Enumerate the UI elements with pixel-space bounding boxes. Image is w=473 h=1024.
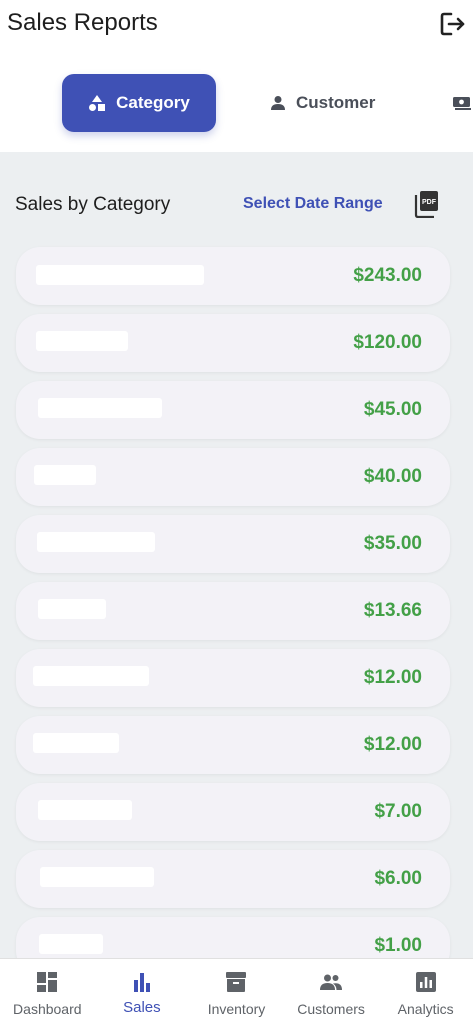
report-tabs: Category Customer	[0, 74, 473, 134]
category-amount: $6.00	[374, 868, 422, 889]
category-name	[38, 599, 106, 619]
category-sales-list: $243.00 $120.00 $45.00 $40.00 $35.00 $13…	[16, 247, 450, 958]
app-header: Sales Reports Category Customer	[0, 0, 473, 152]
category-amount: $45.00	[363, 399, 422, 420]
category-name	[37, 532, 155, 552]
list-item[interactable]: $6.00	[16, 850, 450, 908]
category-name	[33, 733, 119, 753]
list-item[interactable]: $45.00	[16, 381, 450, 439]
category-amount: $13.66	[363, 600, 422, 621]
tab-category-label: Category	[116, 93, 190, 112]
category-amount: $7.00	[374, 801, 422, 822]
nav-customers-label: Customers	[297, 1001, 365, 1017]
list-item[interactable]: $40.00	[16, 448, 450, 506]
category-name	[33, 666, 149, 686]
nav-analytics[interactable]: Analytics	[378, 959, 473, 1024]
list-item[interactable]: $35.00	[16, 515, 450, 573]
analytics-icon	[415, 972, 436, 992]
list-item[interactable]: $13.66	[16, 582, 450, 640]
bottom-navigation: Dashboard Sales Inventory Customers Anal…	[0, 958, 473, 1024]
category-name	[34, 465, 96, 485]
nav-dashboard-label: Dashboard	[13, 1001, 82, 1017]
list-item[interactable]: $12.00	[16, 716, 450, 774]
category-amount: $40.00	[363, 466, 422, 487]
list-item[interactable]: $1.00	[16, 917, 450, 958]
logout-icon[interactable]	[438, 11, 468, 37]
category-amount: $120.00	[353, 332, 422, 353]
dashboard-icon	[37, 972, 58, 992]
shapes-icon	[89, 95, 106, 111]
category-name	[38, 398, 162, 418]
select-date-range-button[interactable]: Select Date Range	[243, 195, 383, 213]
category-amount: $12.00	[363, 667, 422, 688]
tab-customer[interactable]: Customer	[270, 74, 390, 132]
tab-customer-label: Customer	[296, 93, 376, 112]
people-icon	[320, 974, 343, 990]
report-content: Sales by Category Select Date Range PDF …	[0, 152, 473, 958]
category-amount: $35.00	[363, 533, 422, 554]
cash-icon	[453, 97, 471, 110]
person-icon	[271, 96, 285, 110]
list-item[interactable]: $243.00	[16, 247, 450, 305]
archive-icon	[226, 972, 247, 992]
category-name	[36, 331, 128, 351]
category-name	[39, 934, 103, 954]
category-name	[38, 800, 132, 820]
section-title: Sales by Category	[15, 194, 171, 215]
pdf-export-icon[interactable]: PDF	[414, 190, 440, 218]
category-amount: $243.00	[353, 265, 422, 286]
category-amount: $1.00	[374, 935, 422, 956]
nav-sales[interactable]: Sales	[95, 959, 190, 1024]
category-name	[40, 867, 154, 887]
nav-customers[interactable]: Customers	[284, 959, 379, 1024]
nav-dashboard[interactable]: Dashboard	[0, 959, 95, 1024]
list-item[interactable]: $12.00	[16, 649, 450, 707]
tab-category[interactable]: Category	[62, 74, 216, 132]
tab-payments[interactable]	[452, 74, 473, 132]
bar-chart-icon	[133, 973, 150, 992]
nav-analytics-label: Analytics	[397, 1001, 454, 1017]
pdf-icon-label: PDF	[422, 199, 437, 206]
list-item[interactable]: $120.00	[16, 314, 450, 372]
list-item[interactable]: $7.00	[16, 783, 450, 841]
page-title: Sales Reports	[7, 9, 158, 36]
category-name	[36, 265, 204, 285]
category-amount: $12.00	[363, 734, 422, 755]
nav-sales-label: Sales	[123, 999, 161, 1016]
nav-inventory[interactable]: Inventory	[189, 959, 284, 1024]
nav-inventory-label: Inventory	[207, 1001, 266, 1017]
